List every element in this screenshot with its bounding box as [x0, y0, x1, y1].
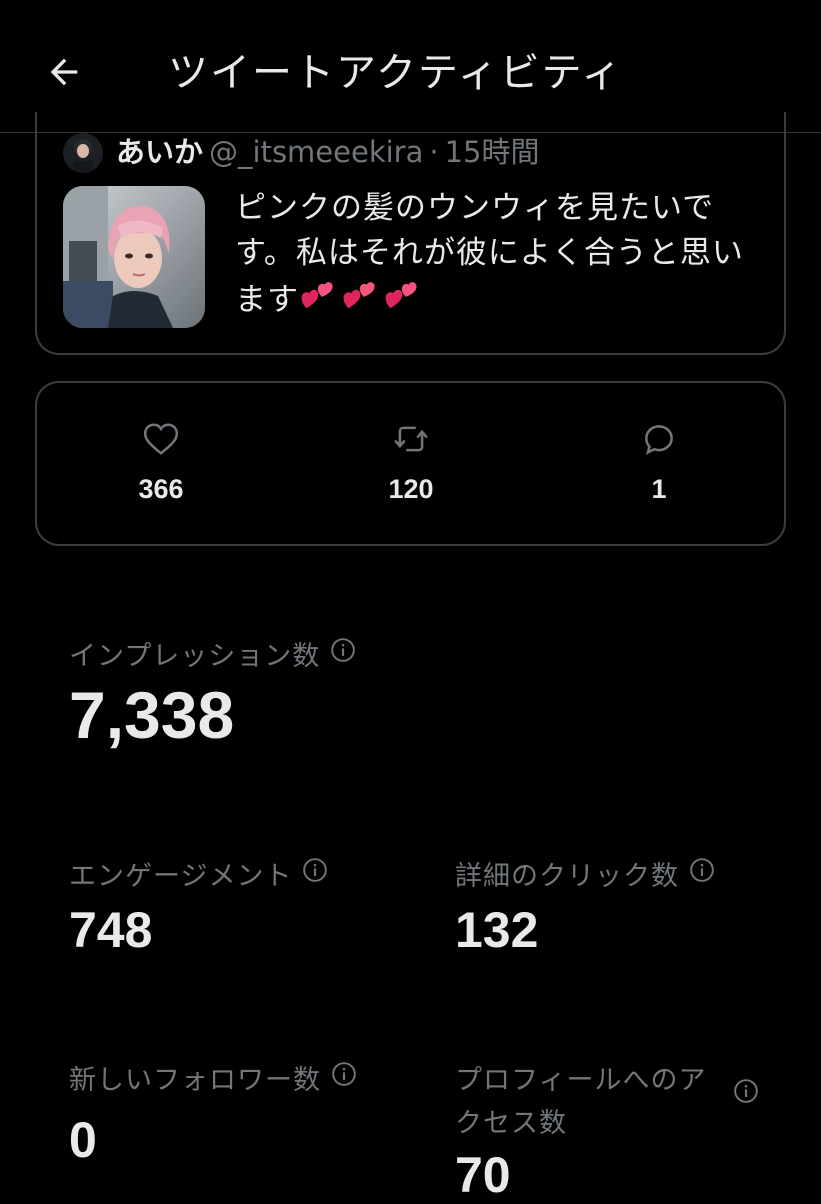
info-icon[interactable] — [689, 857, 715, 890]
tweet-author-row: あいか @_itsmeeekira · 15時間 — [116, 134, 540, 170]
impressions-label-text: インプレッション数 — [69, 641, 321, 672]
detail-clicks-metric: 詳細のクリック数 132 — [455, 854, 715, 959]
tweet-text-line: す。私はそれが彼によく合うと思い — [235, 235, 744, 271]
two-hearts-icon — [299, 276, 337, 327]
impressions-label: インプレッション数 — [69, 634, 356, 673]
profile-visits-label-line: プロフィールへのア — [455, 1065, 707, 1096]
detail-clicks-label-text: 詳細のクリック数 — [455, 861, 679, 892]
new-followers-label: 新しいフォロワー数 — [69, 1058, 357, 1097]
retweets-stat[interactable]: 120 — [341, 420, 481, 505]
new-followers-value: 0 — [69, 1112, 97, 1168]
author-handle[interactable]: @_itsmeeekira — [209, 135, 423, 169]
info-icon[interactable] — [330, 637, 356, 670]
info-icon[interactable] — [733, 1078, 759, 1108]
engagements-metric: エンゲージメント 748 — [69, 854, 328, 959]
profile-visits-label-line: クセス数 — [455, 1108, 567, 1139]
info-icon[interactable] — [331, 1061, 357, 1094]
replies-count: 1 — [651, 474, 667, 504]
retweet-icon — [394, 426, 428, 452]
profile-visits-label: プロフィールへのア クセス数 — [455, 1058, 765, 1140]
two-hearts-icon — [341, 276, 379, 327]
avatar[interactable] — [63, 133, 103, 173]
tweet-text-line: ピンクの髪のウンウィを見たいで — [235, 190, 715, 226]
arrow-left-icon — [50, 58, 78, 86]
detail-clicks-value: 132 — [455, 902, 539, 958]
author-name[interactable]: あいか — [116, 135, 203, 169]
engagements-label: エンゲージメント — [69, 854, 328, 893]
tweet-text-ending: ます — [235, 282, 299, 318]
heart-icon — [143, 423, 179, 455]
likes-count: 366 — [138, 474, 184, 504]
replies-stat[interactable]: 1 — [589, 420, 729, 505]
engagements-value: 748 — [69, 902, 153, 958]
profile-visits-value: 70 — [455, 1147, 511, 1203]
back-button[interactable] — [38, 46, 90, 98]
reply-icon — [645, 425, 673, 455]
detail-clicks-label: 詳細のクリック数 — [455, 854, 715, 893]
tweet-media-thumbnail[interactable] — [63, 186, 205, 328]
info-icon[interactable] — [302, 857, 328, 890]
impressions-metric: インプレッション数 7,338 — [69, 634, 356, 753]
new-followers-label-text: 新しいフォロワー数 — [69, 1065, 321, 1096]
new-followers-metric: 新しいフォロワー数 0 — [69, 1058, 357, 1169]
retweets-count: 120 — [388, 474, 434, 504]
impressions-value: 7,338 — [69, 678, 235, 752]
tweet-text: ピンクの髪のウンウィを見たいで す。私はそれが彼によく合うと思い ます — [235, 186, 755, 327]
likes-stat[interactable]: 366 — [91, 420, 231, 505]
tweet-timestamp[interactable]: 15時間 — [445, 135, 540, 169]
separator-dot: · — [429, 135, 439, 169]
profile-visits-metric: プロフィールへのア クセス数 70 — [455, 1058, 765, 1204]
tweet-text-line: ます — [235, 276, 755, 327]
engagements-label-text: エンゲージメント — [69, 861, 293, 892]
page-title: ツイートアクティビティ — [168, 50, 624, 96]
two-hearts-icon — [383, 276, 421, 327]
